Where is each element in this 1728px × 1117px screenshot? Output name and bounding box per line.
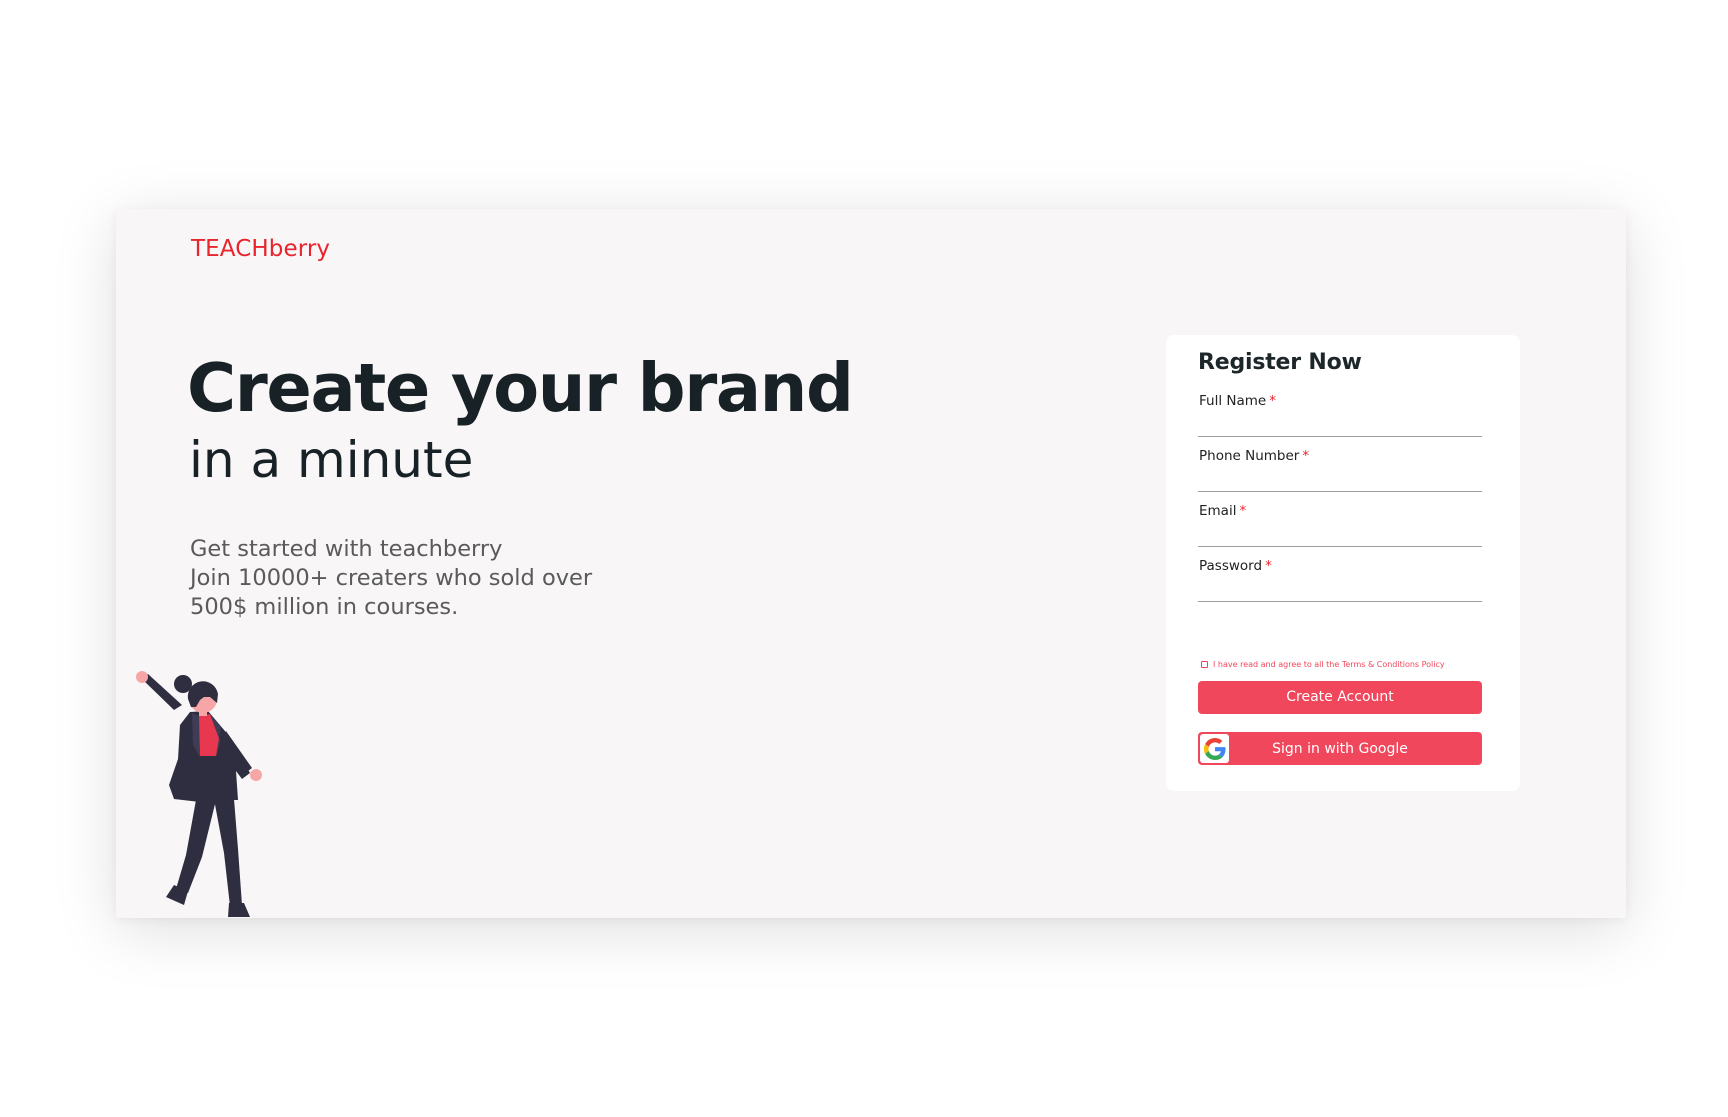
terms-agreement: I have read and agree to all the Terms &…: [1201, 658, 1491, 670]
brand-logo[interactable]: TEACHberry: [191, 236, 330, 262]
full-name-label: Full Name *: [1199, 393, 1276, 409]
intro-line: Join 10000+ creaters who sold over: [190, 565, 593, 591]
password-input[interactable]: [1198, 579, 1482, 599]
woman-waving-illustration: [136, 671, 262, 917]
register-title: Register Now: [1198, 350, 1362, 375]
email-field: Email *: [1198, 500, 1482, 547]
phone-number-input[interactable]: [1198, 469, 1482, 489]
create-account-button[interactable]: Create Account: [1198, 681, 1482, 714]
terms-label[interactable]: I have read and agree to all the Terms &…: [1213, 660, 1445, 669]
google-g-icon: [1200, 734, 1229, 763]
google-sign-in-button[interactable]: Sign in with Google: [1198, 732, 1482, 765]
password-field: Password *: [1198, 555, 1482, 602]
hero-headline: Create your brand: [187, 349, 854, 427]
required-marker: *: [1265, 558, 1272, 574]
password-label: Password *: [1199, 558, 1272, 574]
required-marker: *: [1239, 503, 1247, 519]
phone-number-label-text: Phone Number: [1199, 448, 1300, 464]
hero-intro: Get started with teachberry Join 10000+ …: [190, 535, 710, 622]
intro-line: 500$ million in courses.: [190, 594, 459, 620]
landing-page: TEACHberry Create your brand in a minute…: [116, 209, 1626, 918]
hero-subheadline: in a minute: [189, 431, 474, 489]
register-card: Register Now Full Name * Phone Number * Em…: [1166, 335, 1520, 791]
email-input[interactable]: [1198, 524, 1482, 544]
terms-checkbox[interactable]: [1201, 660, 1208, 668]
full-name-input[interactable]: [1198, 414, 1482, 434]
phone-number-field: Phone Number *: [1198, 445, 1482, 492]
required-marker: *: [1302, 448, 1310, 464]
full-name-field: Full Name *: [1198, 390, 1482, 437]
intro-line: Get started with teachberry: [190, 536, 503, 562]
required-marker: *: [1269, 393, 1276, 409]
phone-number-label: Phone Number *: [1199, 448, 1309, 464]
full-name-label-text: Full Name: [1199, 393, 1267, 409]
password-label-text: Password: [1199, 558, 1263, 574]
email-label: Email *: [1199, 503, 1246, 519]
email-label-text: Email: [1199, 503, 1237, 519]
google-sign-in-label: Sign in with Google: [1272, 740, 1408, 757]
